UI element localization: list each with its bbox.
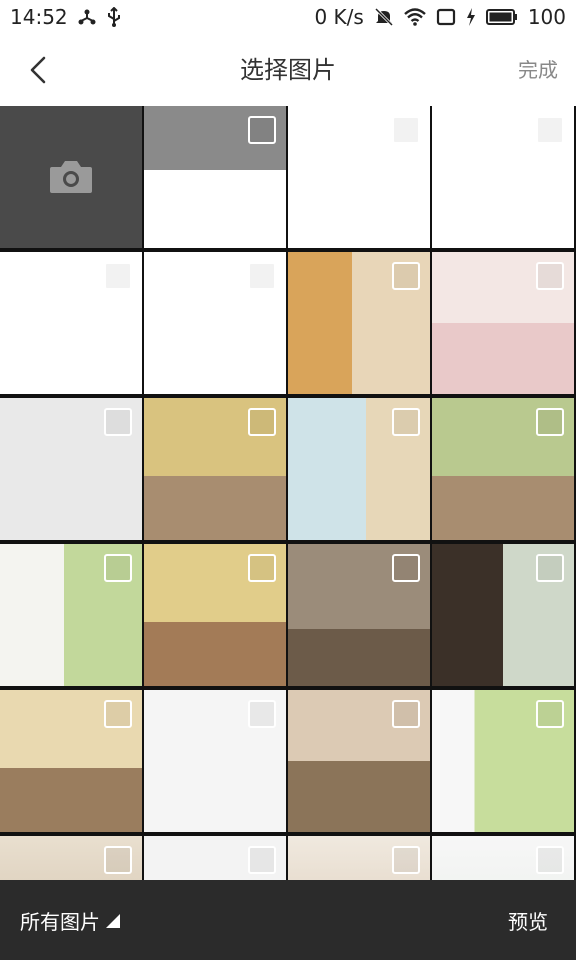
select-checkbox[interactable] — [392, 408, 420, 436]
select-checkbox[interactable] — [392, 554, 420, 582]
photo-thumbnail[interactable] — [0, 398, 142, 540]
photo-thumbnail[interactable] — [144, 252, 286, 394]
wifi-icon — [404, 8, 426, 26]
photo-thumbnail[interactable] — [432, 836, 574, 880]
photo-thumbnail[interactable] — [0, 690, 142, 832]
dropdown-triangle-icon — [106, 913, 120, 928]
bottom-bar: 所有图片 预览 — [0, 880, 576, 960]
photo-grid — [0, 106, 576, 880]
photo-thumbnail[interactable] — [288, 106, 430, 248]
status-left: 14:52 — [10, 5, 122, 29]
select-checkbox[interactable] — [248, 262, 276, 290]
select-checkbox[interactable] — [104, 846, 132, 874]
photo-thumbnail[interactable] — [432, 544, 574, 686]
header: 选择图片 完成 — [0, 34, 576, 106]
camera-icon — [50, 161, 92, 193]
photo-thumbnail[interactable] — [432, 252, 574, 394]
preview-button[interactable]: 预览 — [508, 906, 548, 935]
photo-thumbnail[interactable] — [288, 544, 430, 686]
select-checkbox[interactable] — [536, 554, 564, 582]
select-checkbox[interactable] — [104, 700, 132, 728]
camera-tile[interactable] — [0, 106, 142, 248]
select-checkbox[interactable] — [536, 700, 564, 728]
select-checkbox[interactable] — [392, 700, 420, 728]
charging-icon — [466, 8, 476, 26]
select-checkbox[interactable] — [536, 846, 564, 874]
photo-thumbnail[interactable] — [0, 544, 142, 686]
select-checkbox[interactable] — [536, 116, 564, 144]
photo-thumbnail[interactable] — [288, 836, 430, 880]
select-checkbox[interactable] — [248, 116, 276, 144]
page-title: 选择图片 — [240, 56, 336, 84]
screen-icon — [436, 8, 456, 26]
photo-thumbnail[interactable] — [144, 836, 286, 880]
select-checkbox[interactable] — [104, 408, 132, 436]
photo-thumbnail[interactable] — [144, 544, 286, 686]
back-button[interactable] — [16, 48, 60, 92]
select-checkbox[interactable] — [536, 262, 564, 290]
status-time: 14:52 — [10, 5, 68, 29]
photo-thumbnail[interactable] — [0, 252, 142, 394]
select-checkbox[interactable] — [248, 408, 276, 436]
status-right: 0 K/s 100 — [314, 5, 566, 29]
chevron-left-icon — [30, 56, 46, 84]
status-bar: 14:52 0 K/s 100 — [0, 0, 576, 34]
select-checkbox[interactable] — [536, 408, 564, 436]
photo-thumbnail[interactable] — [288, 690, 430, 832]
photo-thumbnail[interactable] — [144, 398, 286, 540]
photo-thumbnail[interactable] — [144, 106, 286, 248]
select-checkbox[interactable] — [392, 846, 420, 874]
select-checkbox[interactable] — [104, 554, 132, 582]
done-button[interactable]: 完成 — [518, 54, 558, 83]
usb-icon — [106, 7, 122, 27]
album-selector[interactable]: 所有图片 — [20, 906, 120, 935]
battery-level: 100 — [527, 5, 566, 29]
photo-thumbnail[interactable] — [432, 106, 574, 248]
photo-thumbnail[interactable] — [144, 690, 286, 832]
select-checkbox[interactable] — [248, 700, 276, 728]
select-checkbox[interactable] — [248, 554, 276, 582]
album-label: 所有图片 — [20, 910, 100, 934]
photo-thumbnail[interactable] — [432, 398, 574, 540]
mute-icon — [374, 7, 394, 27]
network-speed: 0 K/s — [314, 5, 364, 29]
photo-thumbnail[interactable] — [0, 836, 142, 880]
battery-icon — [485, 8, 518, 26]
select-checkbox[interactable] — [104, 262, 132, 290]
select-checkbox[interactable] — [392, 262, 420, 290]
network-icon — [78, 8, 96, 26]
select-checkbox[interactable] — [248, 846, 276, 874]
photo-thumbnail[interactable] — [288, 252, 430, 394]
photo-thumbnail[interactable] — [288, 398, 430, 540]
select-checkbox[interactable] — [392, 116, 420, 144]
photo-thumbnail[interactable] — [432, 690, 574, 832]
